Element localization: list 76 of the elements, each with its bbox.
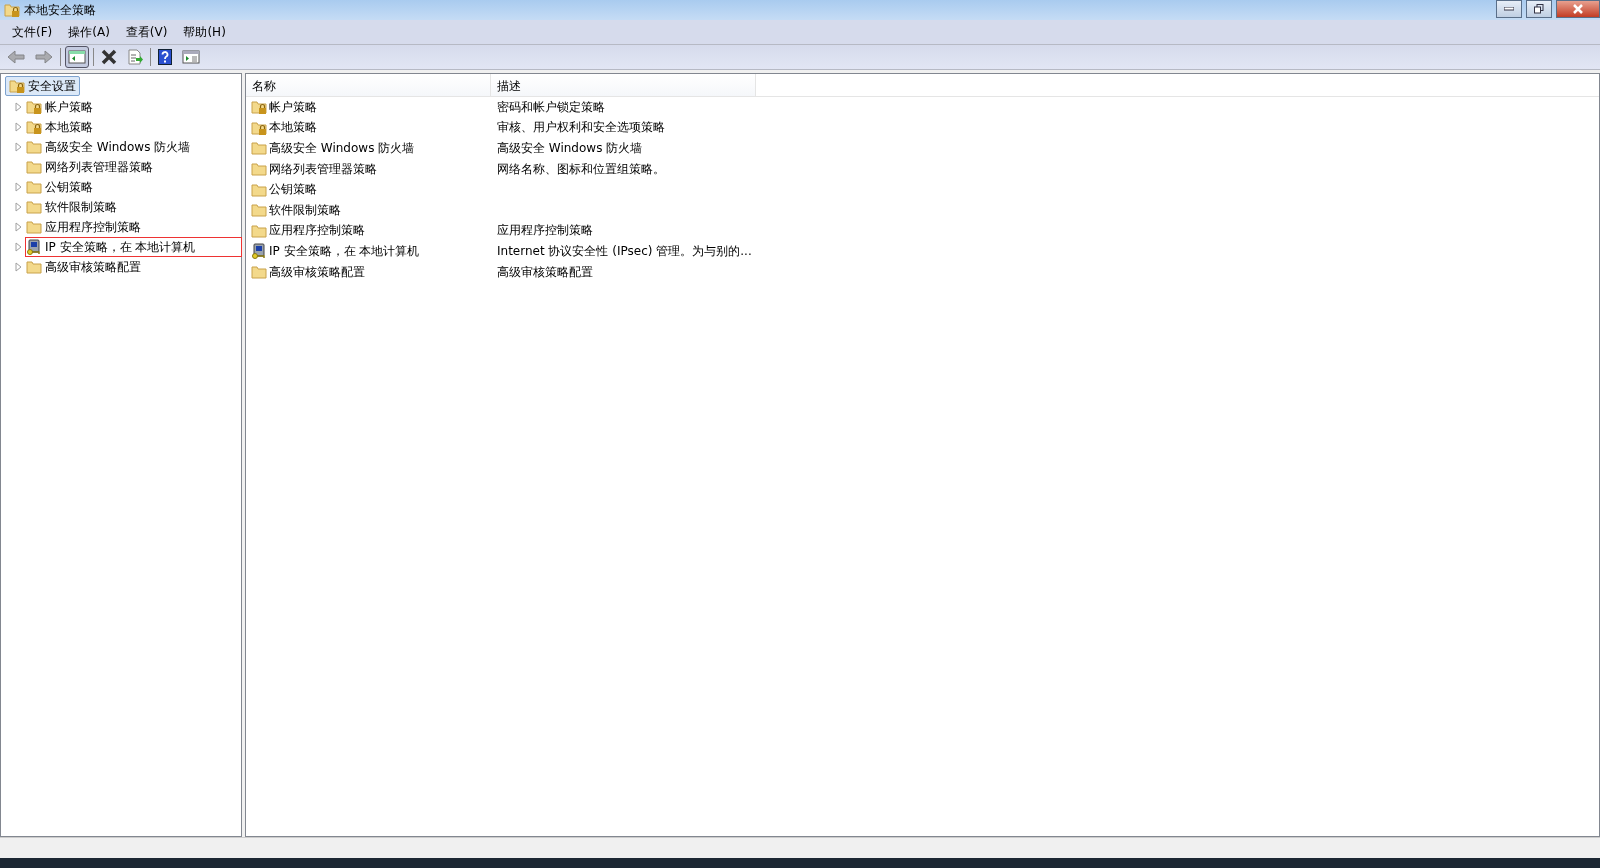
tree-item[interactable]: 安全设置 [5,76,80,96]
table-cell-text: 高级安全 Windows 防火墙 [496,140,643,157]
computer-key-icon [251,243,267,260]
locked-folder-icon [4,2,20,18]
menu-item[interactable]: 查看(V) [117,21,176,43]
column-header[interactable]: 名称 [246,74,491,96]
toolbar-button[interactable] [155,46,175,68]
menu-item[interactable]: 操作(A) [60,21,118,43]
folder-icon [251,181,267,198]
tree-item[interactable]: 软件限制策略 [26,198,119,216]
console-tree-icon [68,49,86,65]
table-cell-text: Internet 协议安全性 (IPsec) 管理。为与别的... [496,242,752,260]
folder-icon [251,202,267,219]
delete-icon [101,49,117,65]
expand-arrow-icon[interactable] [13,102,23,112]
table-cell-text: 网络名称、图标和位置组策略。 [496,160,665,178]
locked-folder-icon [251,99,267,116]
forward-arrow-icon [35,49,53,65]
expand-arrow-icon[interactable] [13,122,23,132]
expand-arrow-icon[interactable] [13,142,23,152]
locked-folder-icon [26,119,42,135]
folder-icon [26,139,42,155]
table-cell: IP 安全策略，在 本地计算机 [269,242,420,260]
table-cell-text: 高级审核策略配置 [496,263,593,281]
tree-item[interactable]: 应用程序控制策略 [26,218,143,236]
folder-icon [26,159,42,175]
minimize-icon [1504,7,1514,11]
table-cell-text: 密码和帐户锁定策略 [496,98,605,116]
computer-key-icon [26,239,42,255]
folder-icon [26,179,42,195]
restore-icon [1534,4,1544,14]
locked-folder-icon [251,119,267,136]
folder-icon [251,222,267,239]
table-cell: 公钥策略 [269,181,317,199]
tree-item[interactable]: 网络列表管理器策略 [26,158,155,176]
folder-icon [26,219,42,235]
export-list-icon [127,49,143,65]
table-cell: 本地策略 [269,119,317,137]
folder-icon [251,161,267,178]
back-arrow-icon [7,49,25,65]
restore-button[interactable] [1526,0,1552,18]
tree-item[interactable]: 公钥策略 [26,178,95,196]
help-icon [158,49,172,65]
action-pane-icon [182,49,200,65]
expand-arrow-icon[interactable] [13,262,23,272]
folder-icon [251,264,267,281]
table-cell-text: 审核、用户权利和安全选项策略 [496,119,665,137]
folder-icon [26,199,42,215]
table-cell: 帐户策略 [269,98,317,116]
tree-item[interactable]: 高级审核策略配置 [26,258,143,276]
close-button[interactable] [1556,0,1600,18]
table-cell: 网络列表管理器策略 [269,160,377,178]
minimize-button[interactable] [1496,0,1522,18]
expand-arrow-icon[interactable] [13,222,23,232]
locked-folder-icon [26,99,42,115]
toolbar-button[interactable] [65,46,89,68]
table-cell: 软件限制策略 [269,201,341,219]
expand-arrow-icon[interactable] [13,242,23,252]
tree-item[interactable]: 本地策略 [26,118,95,136]
expand-arrow-icon[interactable] [13,182,23,192]
tree-item[interactable]: IP 安全策略，在 本地计算机 [26,238,241,256]
locked-folder-icon [9,78,25,94]
table-cell: 高级审核策略配置 [269,263,365,281]
menu-item[interactable]: 文件(F) [4,21,61,43]
folder-icon [26,259,42,275]
close-icon [1572,4,1584,14]
tree-item[interactable]: 高级安全 Windows 防火墙 [26,138,193,156]
folder-icon [251,140,267,157]
table-cell: 高级安全 Windows 防火墙 [269,140,415,157]
table-cell: 应用程序控制策略 [269,222,365,240]
menu-item[interactable]: 帮助(H) [175,21,234,43]
column-header[interactable]: 描述 [491,74,756,96]
tree-item[interactable]: 帐户策略 [26,98,95,116]
expand-arrow-icon[interactable] [13,202,23,212]
table-cell-text: 应用程序控制策略 [496,222,593,240]
window-title: 本地安全策略 [24,1,96,19]
